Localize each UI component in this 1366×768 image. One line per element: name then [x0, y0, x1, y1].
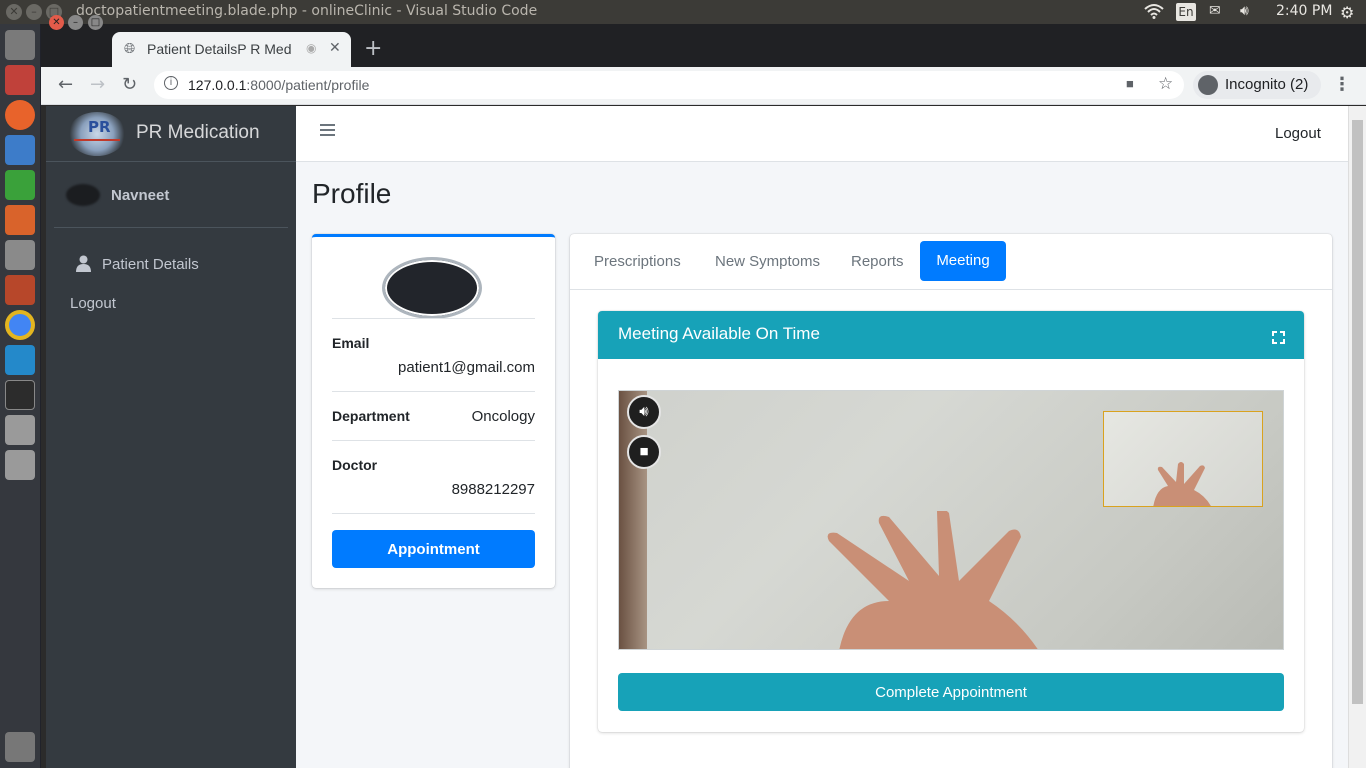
user-name[interactable]: Navneet [111, 187, 169, 204]
page-title: Profile [312, 178, 392, 209]
tab-new-symptoms[interactable]: New Symptoms [715, 253, 820, 270]
hamburger-menu-icon[interactable] [320, 122, 335, 141]
sidebar-item-logout[interactable]: Logout [54, 288, 288, 320]
brand-link[interactable]: PR PR Medication [46, 106, 296, 162]
wifi-icon[interactable] [1144, 3, 1164, 23]
close-tab-icon[interactable]: ✕ [329, 39, 341, 56]
avatar[interactable] [66, 184, 100, 206]
email-value: patient1@gmail.com [398, 359, 535, 376]
browser-menu-icon[interactable]: ⋮ [1333, 74, 1351, 95]
mail-icon[interactable]: ✉ [1209, 3, 1221, 19]
minimize-window-icon[interactable]: – [26, 4, 42, 20]
clock[interactable]: 2:40 PM [1276, 3, 1332, 19]
sidebar-item-label: Patient Details [102, 256, 199, 273]
divider [332, 513, 535, 514]
disk-icon[interactable] [5, 415, 35, 445]
settings-gear-icon[interactable]: ⚙ [1340, 3, 1354, 22]
hand-in-video [827, 511, 1038, 649]
tab-title: Patient DetailsP R Med [147, 41, 292, 57]
logo-pulse-line [74, 139, 120, 141]
remote-video: 🔊︎ ■ [618, 390, 1284, 650]
scrollbar-thumb[interactable] [1352, 120, 1363, 704]
video-shadow [619, 391, 647, 649]
complete-appointment-button[interactable]: Complete Appointment [618, 673, 1284, 711]
incognito-indicator[interactable]: Incognito (2) [1193, 71, 1321, 99]
department-value: Oncology [471, 408, 535, 425]
top-navbar: Logout [296, 106, 1348, 162]
browser-tab[interactable]: 🌐︎ Patient DetailsP R Med ◉ ✕ [112, 32, 351, 67]
local-video-preview[interactable] [1103, 411, 1263, 507]
ubuntu-dash-icon[interactable] [5, 30, 35, 60]
meeting-card: Meeting Available On Time 🔊︎ ■ Complete … [598, 311, 1304, 732]
sidebar-item-label: Logout [70, 295, 116, 312]
forward-icon[interactable]: → [90, 74, 105, 95]
top-logout-link[interactable]: Logout [1275, 125, 1321, 142]
user-icon [76, 255, 91, 276]
content-wrapper: Profile Email patient1@gmail.com Departm… [296, 162, 1348, 768]
trash-icon[interactable] [5, 732, 35, 762]
browser-minimize-icon[interactable]: – [68, 15, 83, 30]
url: 127.0.0.1:8000/patient/profile [188, 77, 370, 93]
brand-text: PR Medication [136, 122, 260, 143]
browser-maximize-icon[interactable]: □ [88, 15, 103, 30]
profile-image [382, 257, 482, 319]
brand-logo: PR [68, 112, 126, 156]
vscode-icon[interactable] [5, 345, 35, 375]
divider [332, 440, 535, 441]
bookmark-star-icon[interactable]: ☆ [1158, 74, 1173, 94]
tab-bar: Prescriptions New Symptoms Reports Meeti… [570, 234, 1332, 290]
application-launcher [0, 24, 41, 768]
toggle-video-button[interactable]: ■ [627, 435, 661, 469]
tab-prescriptions[interactable]: Prescriptions [594, 253, 681, 270]
system-settings-icon[interactable] [5, 275, 35, 305]
chrome-icon[interactable] [5, 310, 35, 340]
page-scrollbar[interactable] [1348, 106, 1366, 768]
close-window-icon[interactable]: ✕ [6, 4, 22, 20]
user-panel: Navneet [54, 170, 288, 228]
tab-meeting[interactable]: Meeting [920, 241, 1006, 281]
firefox-icon[interactable] [5, 100, 35, 130]
divider [332, 318, 535, 319]
browser-close-icon[interactable]: ✕ [49, 15, 64, 30]
keyboard-layout-indicator[interactable]: En [1176, 3, 1196, 21]
tab-reports[interactable]: Reports [851, 253, 904, 270]
files-icon[interactable] [5, 65, 35, 95]
mute-audio-button[interactable]: 🔊︎ [627, 395, 661, 429]
new-tab-icon[interactable]: + [364, 36, 382, 61]
email-label: Email [332, 335, 370, 351]
web-page: PR PR Medication Navneet Patient Details… [46, 106, 1366, 768]
fullscreen-icon[interactable] [1272, 329, 1285, 348]
profile-card: Email patient1@gmail.com Department Onco… [312, 234, 555, 588]
meeting-title: Meeting Available On Time [618, 324, 820, 343]
doctor-label: Doctor [332, 457, 378, 473]
back-icon[interactable]: ← [58, 74, 73, 95]
details-card: Prescriptions New Symptoms Reports Meeti… [570, 234, 1332, 768]
doctor-value: 8988212297 [451, 481, 535, 498]
window-title: doctopatientmeeting.blade.php - onlineCl… [76, 3, 538, 19]
sidebar: PR PR Medication Navneet Patient Details… [46, 106, 296, 768]
divider [332, 391, 535, 392]
incognito-icon [1198, 75, 1218, 95]
recording-indicator-icon: ◉ [306, 41, 317, 55]
calc-icon[interactable] [5, 170, 35, 200]
address-bar[interactable]: i 127.0.0.1:8000/patient/profile ■ ☆ [154, 71, 1184, 99]
system-top-panel: ✕ – □ doctopatientmeeting.blade.php - on… [0, 0, 1366, 24]
sidebar-item-patient-details[interactable]: Patient Details [54, 249, 288, 281]
globe-icon: 🌐︎ [124, 40, 136, 56]
writer-icon[interactable] [5, 135, 35, 165]
disk-icon[interactable] [5, 450, 35, 480]
appointment-button[interactable]: Appointment [332, 530, 535, 568]
volume-icon[interactable]: 🔊︎ [1240, 3, 1249, 19]
camera-in-use-icon[interactable]: ■ [1126, 76, 1134, 91]
department-label: Department [332, 408, 410, 424]
impress-icon[interactable] [5, 205, 35, 235]
reload-icon[interactable]: ↻ [122, 74, 137, 95]
meeting-card-header: Meeting Available On Time [598, 311, 1304, 359]
terminal-icon[interactable] [5, 380, 35, 410]
software-center-icon[interactable] [5, 240, 35, 270]
info-icon[interactable]: i [164, 76, 178, 90]
